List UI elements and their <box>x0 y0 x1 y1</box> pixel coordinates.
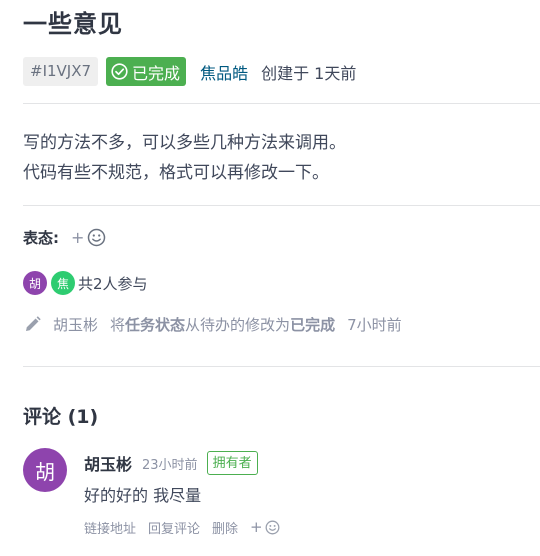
delete-comment-button[interactable]: 删除 <box>212 518 238 537</box>
divider <box>23 205 540 206</box>
status-badge[interactable]: 已完成 <box>106 57 187 86</box>
reactions-label: 表态: <box>23 228 59 247</box>
comment-time: 23小时前 <box>142 457 198 473</box>
add-reaction-button[interactable]: + <box>250 518 280 536</box>
comment-text: 好的好的 我尽量 <box>84 486 202 505</box>
reply-comment-button[interactable]: 回复评论 <box>148 518 200 537</box>
owner-badge: 拥有者 <box>206 451 258 475</box>
comment-author[interactable]: 胡玉彬 <box>84 451 132 475</box>
divider <box>23 103 540 104</box>
add-reaction-button[interactable]: + <box>71 228 106 247</box>
description-line: 写的方法不多，可以多些几种方法来调用。 <box>23 133 346 153</box>
issue-meta: #I1VJX7 已完成 焦品皓 创建于 1天前 <box>23 57 356 86</box>
participants: 胡 焦 共2人参与 <box>23 271 148 295</box>
issue-title: 一些意见 <box>23 10 123 38</box>
author-link[interactable]: 焦品皓 <box>200 60 248 84</box>
link-address-button[interactable]: 链接地址 <box>84 518 136 537</box>
participants-summary: 共2人参与 <box>78 274 148 293</box>
description-line: 代码有些不规范，格式可以再修改一下。 <box>23 163 329 183</box>
avatar[interactable]: 胡 <box>23 271 47 295</box>
activity-log-entry: 胡玉彬 将 任务状态 从待办的修改为 已完成 7小时前 <box>23 313 402 335</box>
issue-description: 写的方法不多，可以多些几种方法来调用。 代码有些不规范，格式可以再修改一下。 <box>23 128 346 188</box>
smiley-icon <box>88 228 106 246</box>
check-circle-icon <box>111 63 128 80</box>
comment-header: 胡玉彬 23小时前 拥有者 <box>84 450 258 476</box>
smiley-icon <box>265 520 280 534</box>
comments-heading: 评论 (1) <box>23 406 99 428</box>
activity-middle: 从待办的修改为 <box>185 315 291 334</box>
plus-icon: + <box>250 518 263 536</box>
activity-user[interactable]: 胡玉彬 <box>53 314 98 335</box>
avatar[interactable]: 胡 <box>23 448 67 492</box>
created-time: 创建于 1天前 <box>261 63 357 83</box>
activity-value: 已完成 <box>290 315 336 334</box>
reactions-row: 表态: + <box>23 226 106 248</box>
activity-field: 任务状态 <box>125 315 186 334</box>
plus-icon: + <box>71 227 85 247</box>
activity-prefix: 将 <box>110 315 126 334</box>
issue-id-chip[interactable]: #I1VJX7 <box>23 57 99 86</box>
comment-actions: 链接地址 回复评论 删除 + <box>84 517 280 537</box>
avatar[interactable]: 焦 <box>51 271 75 295</box>
activity-time: 7小时前 <box>347 315 402 334</box>
divider <box>23 366 540 367</box>
issue-detail: 一些意见 #I1VJX7 已完成 焦品皓 创建于 1天前 写的方法不多，可以多些… <box>0 0 540 556</box>
status-label: 已完成 <box>132 63 181 83</box>
pencil-icon <box>26 315 41 331</box>
